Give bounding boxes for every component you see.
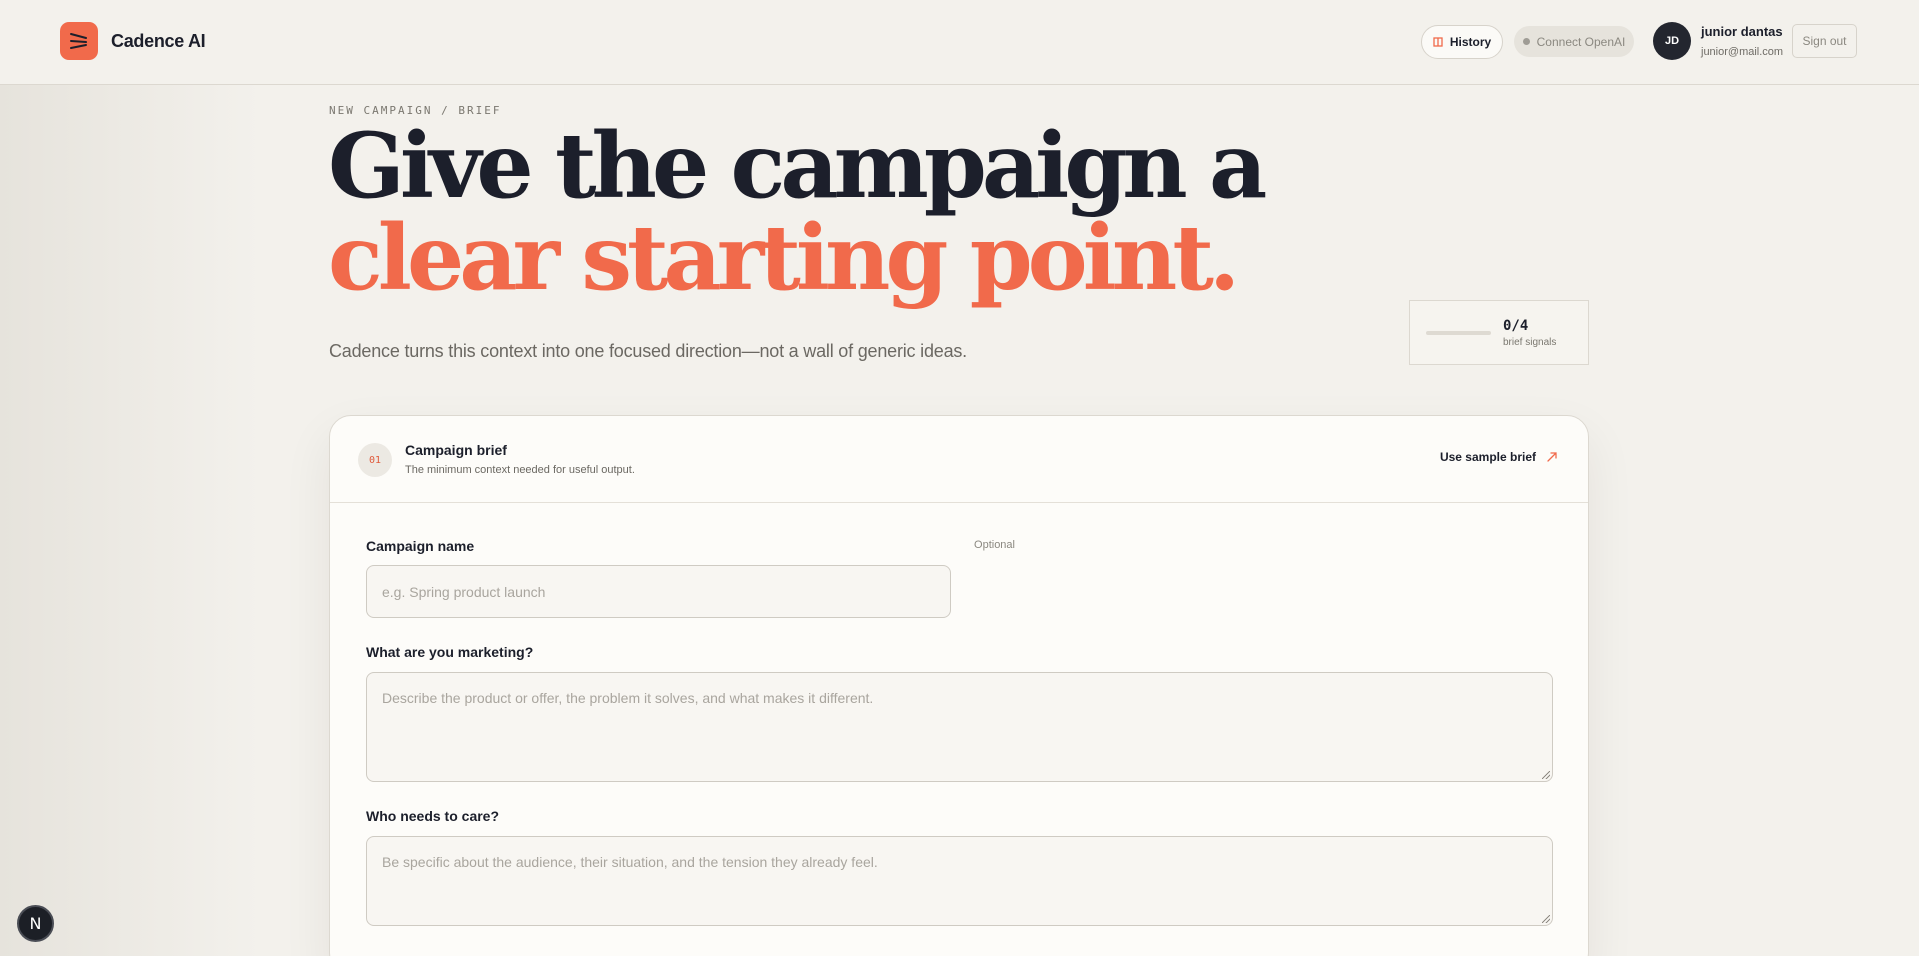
history-icon xyxy=(1433,37,1443,47)
brief-signals-label: brief signals xyxy=(1503,337,1557,348)
campaign-name-label: Campaign name xyxy=(366,538,475,554)
optional-hint: Optional xyxy=(974,539,1015,551)
marketing-placeholder: Describe the product or offer, the probl… xyxy=(382,690,874,706)
step-badge: 01 xyxy=(358,443,392,477)
use-sample-brief-button[interactable]: Use sample brief xyxy=(1440,450,1558,464)
campaign-name-input[interactable]: e.g. Spring product launch xyxy=(366,565,951,618)
brand[interactable]: Cadence AI xyxy=(60,22,206,60)
page-title: Give the campaign a clear starting point… xyxy=(328,120,1328,304)
audience-textarea[interactable]: Be specific about the audience, their si… xyxy=(366,836,1553,926)
resize-handle-icon[interactable] xyxy=(1542,771,1550,779)
use-sample-brief-label: Use sample brief xyxy=(1439,450,1536,464)
sign-out-button[interactable]: Sign out xyxy=(1792,24,1857,58)
brief-signals-progress-bar xyxy=(1426,331,1491,335)
avatar[interactable]: JD xyxy=(1653,22,1691,60)
card-description: The minimum context needed for useful ou… xyxy=(405,464,635,476)
status-dot-icon xyxy=(1522,38,1530,45)
audience-label: Who needs to care? xyxy=(366,808,500,824)
user-email: junior@mail.com xyxy=(1701,46,1784,58)
brand-name: Cadence AI xyxy=(111,30,206,51)
user-name: junior dantas xyxy=(1701,24,1783,39)
logo-icon xyxy=(60,22,98,60)
page-title-line-2: clear starting point. xyxy=(328,205,1240,311)
marketing-label: What are you marketing? xyxy=(366,644,534,660)
history-label: History xyxy=(1449,35,1492,49)
page-title-line-1: Give the campaign a xyxy=(328,113,1267,219)
audience-placeholder: Be specific about the audience, their si… xyxy=(382,854,878,870)
arrow-up-right-icon xyxy=(1547,452,1557,462)
page-subtitle: Cadence turns this context into one focu… xyxy=(329,341,967,361)
brief-signals-count: 0/4 xyxy=(1503,318,1529,334)
dev-tools-badge[interactable]: N xyxy=(17,905,54,942)
connect-openai-button[interactable]: Connect OpenAI xyxy=(1514,26,1634,57)
card-title: Campaign brief xyxy=(405,442,507,458)
campaign-brief-card: 01 Campaign brief The minimum context ne… xyxy=(329,415,1589,956)
marketing-textarea[interactable]: Describe the product or offer, the probl… xyxy=(366,672,1553,782)
card-header: 01 Campaign brief The minimum context ne… xyxy=(330,416,1588,503)
page-shade xyxy=(0,0,260,956)
history-button[interactable]: History xyxy=(1421,25,1503,59)
resize-handle-icon[interactable] xyxy=(1542,915,1550,923)
connect-label: Connect OpenAI xyxy=(1536,34,1626,49)
brief-signals-indicator: 0/4 brief signals xyxy=(1409,300,1589,365)
top-navigation: Cadence AI History Connect OpenAI JD jun… xyxy=(0,0,1919,85)
